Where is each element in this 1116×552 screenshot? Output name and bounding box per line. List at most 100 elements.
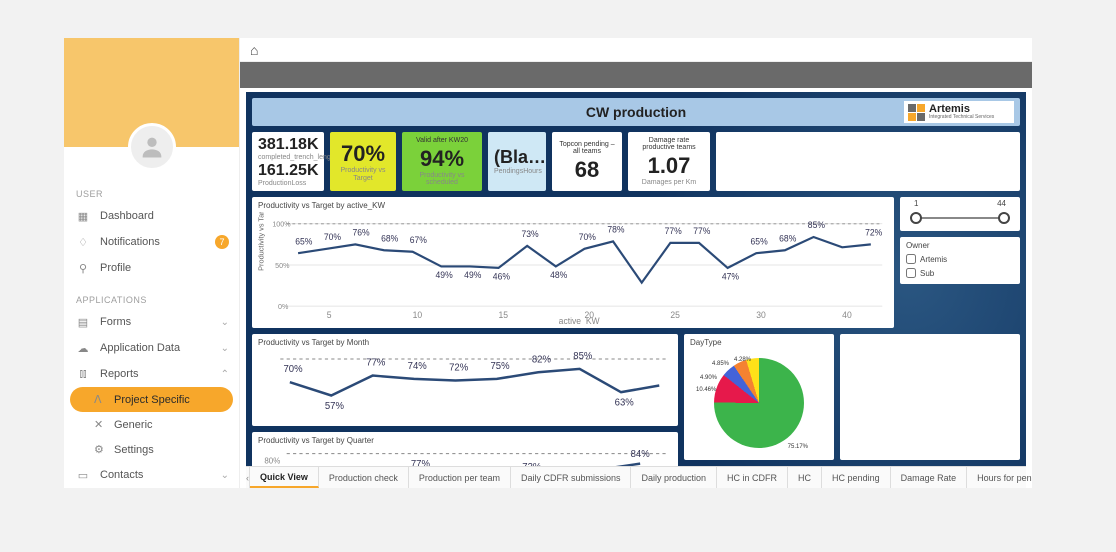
chart-kw[interactable]: Productivity vs Target 100% 50% 0% [258,212,888,324]
owner-option[interactable]: Artemis [906,254,1014,264]
dashboard-header: CW production Artemis Integrated Technic… [252,98,1020,126]
kpi-value: 161.25K [258,162,318,180]
nav-forms[interactable]: ▤ Forms ⌄ [64,309,239,335]
panel-owner-filter: Owner Artemis Sub [900,237,1020,284]
svg-text:70%: 70% [324,232,341,242]
panel-blank [840,334,1020,460]
kpi-value: 94% [408,146,476,172]
kpi-label: ProductionLoss [258,180,318,188]
checkbox[interactable] [906,268,916,278]
profile-icon: ⚲ [76,261,90,275]
svg-text:49%: 49% [464,270,481,280]
brand-block [64,38,239,147]
kpi-head: Topcon pending – all teams [558,141,616,155]
svg-text:78%: 78% [607,225,624,235]
svg-text:77%: 77% [366,358,385,369]
home-icon[interactable]: ⌂ [250,42,258,58]
slider-handle-min[interactable] [910,212,922,224]
chart-month[interactable]: 70% 57% 77% 74% 72% 75% 82% 85% 63% [258,349,672,422]
svg-text:40: 40 [842,310,852,320]
topbar: ⌂ [240,38,1032,62]
bell-icon: ♢ [76,235,90,249]
tab-production-per-team[interactable]: Production per team [409,467,511,488]
svg-text:15: 15 [499,310,509,320]
reports-icon: ⫾⫾ [76,367,90,381]
svg-text:77%: 77% [665,226,682,236]
avatar[interactable] [128,123,176,171]
svg-text:73%: 73% [522,462,541,466]
svg-text:85%: 85% [808,220,825,230]
contacts-icon: ▭ [76,468,90,482]
panel-title: Productivity vs Target by Month [258,338,672,347]
svg-text:70%: 70% [579,232,596,242]
nav-label: Application Data [100,342,180,354]
svg-text:65%: 65% [295,237,312,247]
svg-text:5: 5 [327,310,332,320]
row-bottom: Productivity vs Target by Month 70% 57% … [252,334,1020,460]
nav-label: Notifications [100,236,160,248]
dashboard-icon: ▦ [76,209,90,223]
pie-label: 10.46% [696,387,716,393]
checkbox[interactable] [906,254,916,264]
tab-quick-view[interactable]: Quick View [250,467,319,488]
main: ⌂ CW production Artemis Integrated Techn… [240,38,1032,488]
kpi-topcon: Topcon pending – all teams 68 [552,132,622,191]
svg-text:73%: 73% [521,229,538,239]
nav-notifications[interactable]: ♢ Notifications 7 [64,229,239,255]
tab-production-check[interactable]: Production check [319,467,409,488]
tab-hours-pending[interactable]: Hours for pending [967,467,1032,488]
slider-max: 44 [997,199,1006,208]
panel-quarter-chart: Productivity vs Target by Quarter 80% 50… [252,432,678,466]
tab-daily-cdfr[interactable]: Daily CDFR submissions [511,467,632,488]
sidebar: USER ▦ Dashboard ♢ Notifications 7 ⚲ Pro… [64,38,240,488]
nav-reports[interactable]: ⫾⫾ Reports ⌃ [64,361,239,387]
logo: Artemis Integrated Technical Services [904,101,1014,123]
svg-text:65%: 65% [751,237,768,247]
nav-profile[interactable]: ⚲ Profile [64,255,239,281]
slider-handle-max[interactable] [998,212,1010,224]
tab-hc-cdfr[interactable]: HC in CDFR [717,467,788,488]
tab-hc[interactable]: HC [788,467,822,488]
svg-text:50%: 50% [275,261,290,270]
nav-project-specific[interactable]: ᐱ Project Specific [70,387,233,412]
owner-option[interactable]: Sub [906,268,1014,278]
pie-label: 4.90% [700,375,717,381]
svg-text:72%: 72% [449,363,468,374]
chevron-down-icon: ⌄ [221,343,229,354]
nav-appdata[interactable]: ☁ Application Data ⌄ [64,335,239,361]
svg-text:63%: 63% [615,397,634,408]
nav-settings[interactable]: ⚙ Settings [64,437,239,462]
chevron-up-icon: ⌃ [221,369,229,380]
kpi-pending-hours: (Bla… PendingsHours [488,132,546,191]
kpi-value: 68 [558,157,616,183]
pie-icon [714,358,804,448]
kpi-label: Productivity vs scheduled [408,172,476,187]
panel-kw-chart: Productivity vs Target by active_KW Prod… [252,197,894,328]
chevron-down-icon: ⌄ [221,470,229,481]
nav-label: Reports [100,368,139,380]
pie-label: 4.28% [734,357,751,363]
svg-text:77%: 77% [411,459,430,466]
content-area: CW production Artemis Integrated Technic… [240,88,1032,488]
dashboard-title: CW production [586,104,686,120]
ribbon [240,62,1032,88]
nav-contacts[interactable]: ▭ Contacts ⌄ [64,462,239,488]
svg-text:57%: 57% [325,401,344,412]
tab-damage-rate[interactable]: Damage Rate [891,467,968,488]
chart-quarter[interactable]: 80% 50% 71% 77% 73% 84% [258,447,672,466]
nav-generic[interactable]: ✕ Generic [64,412,239,437]
svg-text:25: 25 [670,310,680,320]
nav-dashboard[interactable]: ▦ Dashboard [64,203,239,229]
kpi-value: 1.07 [634,153,704,179]
tab-daily-production[interactable]: Daily production [631,467,717,488]
svg-text:0%: 0% [278,302,289,311]
svg-text:49%: 49% [436,270,453,280]
kpi-label: Damages per Km [634,179,704,187]
tab-hc-pending[interactable]: HC pending [822,467,891,488]
nav-label: Profile [100,262,131,274]
panel-kw-slider[interactable]: 1 44 [900,197,1020,231]
nav-label: Settings [114,444,154,456]
nav-label: Contacts [100,469,143,481]
svg-text:48%: 48% [550,270,567,280]
chart-daytype[interactable]: 10.46% 4.90% 4.85% 4.28% 75.17% [690,349,828,456]
